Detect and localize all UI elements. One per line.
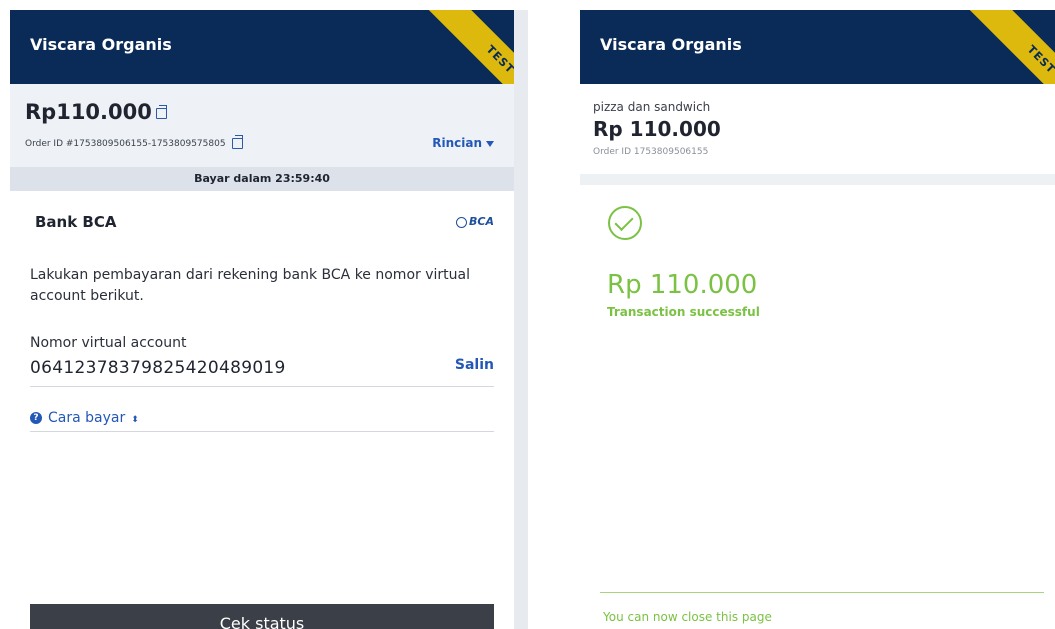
copy-icon[interactable] [155, 104, 167, 119]
order-summary: pizza dan sandwich Rp 110.000 Order ID 1… [580, 84, 1055, 174]
merchant-header: Viscara Organis TEST [10, 10, 514, 138]
order-id-text: Order ID #1753809506155-1753809575805 [25, 139, 226, 149]
divider [30, 386, 494, 387]
va-number: 06412378379825420489019 [30, 358, 286, 378]
divider [30, 431, 494, 432]
merchant-name: Viscara Organis [600, 35, 742, 54]
total-amount-text: Rp110.000 [25, 100, 152, 124]
transaction-status: Transaction successful [607, 305, 760, 319]
sort-icon: ⬍ [131, 415, 139, 425]
amount-summary: Rp110.000 Order ID #1753809506155-175380… [10, 84, 514, 177]
total-amount: Rp 110.000 [593, 117, 721, 141]
page-gutter [514, 10, 528, 629]
close-page-hint: You can now close this page [603, 610, 772, 624]
details-toggle[interactable]: Rincian [432, 136, 494, 150]
item-name: pizza dan sandwich [593, 100, 711, 114]
divider [600, 592, 1044, 593]
bank-name: Bank BCA [35, 213, 117, 231]
copy-icon[interactable] [232, 135, 244, 149]
copy-va-button[interactable]: Salin [455, 357, 494, 373]
check-status-button[interactable]: Cek status [30, 604, 494, 629]
payment-instruction: Lakukan pembayaran dari rekening bank BC… [30, 267, 470, 304]
success-panel: Viscara Organis TEST pizza dan sandwich … [580, 10, 1055, 629]
order-id: Order ID #1753809506155-1753809575805 [25, 135, 244, 149]
bca-logo-text: BCA [469, 215, 494, 228]
bca-logo: BCA [456, 215, 494, 228]
caret-down-icon [486, 140, 494, 147]
checkmark-circle-icon [608, 206, 642, 240]
how-to-pay-label: Cara bayar [48, 410, 126, 426]
order-id: Order ID 1753809506155 [593, 147, 709, 157]
va-label: Nomor virtual account [30, 335, 187, 351]
how-to-pay-toggle[interactable]: ? Cara bayar ⬍ [30, 410, 139, 426]
section-separator [580, 174, 1055, 185]
help-icon: ? [30, 412, 42, 424]
merchant-header: Viscara Organis TEST [580, 10, 1055, 138]
success-amount: Rp 110.000 [607, 270, 758, 300]
merchant-name: Viscara Organis [30, 35, 172, 54]
details-label: Rincian [432, 136, 482, 150]
total-amount: Rp110.000 [25, 100, 167, 124]
payment-countdown: Bayar dalam 23:59:40 [10, 167, 514, 191]
globe-icon [456, 216, 468, 228]
payment-panel: Viscara Organis TEST Rp110.000 Order ID … [10, 10, 514, 629]
